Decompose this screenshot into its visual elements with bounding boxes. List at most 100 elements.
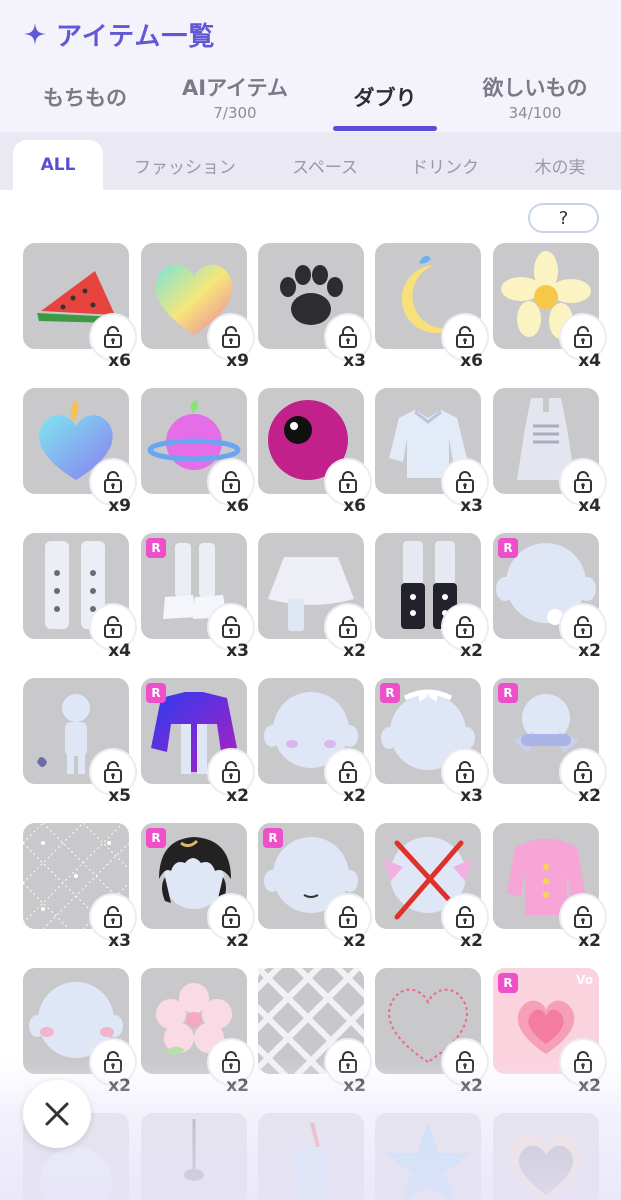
item-card-rosy-cheeks[interactable]: x2	[23, 968, 135, 1096]
lock-icon	[104, 906, 122, 928]
item-quantity: x9	[226, 351, 249, 371]
category-nuts[interactable]: 木の実	[515, 140, 605, 190]
tab-wishlist[interactable]: 欲しいもの 34/100	[465, 62, 605, 132]
tab-count: 7/300	[213, 104, 257, 122]
lock-icon	[456, 761, 474, 783]
item-card-ribbed-tank-top[interactable]: x4	[493, 388, 605, 516]
category-fashion[interactable]: ファッション	[120, 140, 250, 190]
category-drink[interactable]: ドリンク	[395, 140, 495, 190]
item-quantity: x2	[460, 931, 483, 951]
item-card-pink-heart-wallpaper[interactable]: R Vo x2	[493, 968, 605, 1096]
item-card-pastel-heart-fruit[interactable]: x9	[23, 388, 135, 516]
item-quantity: x2	[578, 641, 601, 661]
page-header: アイテム一覧 もちもの AIアイテム 7/300 ダブり 欲しいもの 34/10…	[0, 0, 621, 132]
item-quantity: x2	[343, 641, 366, 661]
rare-badge: R	[380, 683, 400, 703]
item-card-dotted-heart-frame[interactable]: x2	[375, 968, 487, 1096]
page-title: アイテム一覧	[56, 21, 216, 52]
heart-mirror-icon	[509, 1134, 583, 1200]
item-card-diamond-pattern-tights[interactable]: x3	[23, 823, 135, 951]
tab-belongings[interactable]: もちもの	[10, 62, 160, 132]
item-card-crossed-out-ribbons[interactable]: x2	[375, 823, 487, 951]
tab-label: AIアイテム	[182, 76, 288, 100]
close-icon	[45, 1102, 69, 1126]
lock-icon	[222, 1051, 240, 1073]
item-card-plumeria-flower[interactable]: x4	[493, 243, 605, 371]
rare-badge: R	[146, 683, 166, 703]
rare-badge: R	[263, 828, 283, 848]
item-card-frill-blouse[interactable]: x3	[375, 388, 487, 516]
item-card-pendulum[interactable]	[141, 1113, 247, 1200]
item-card-ringed-planet[interactable]: x6	[141, 388, 253, 516]
tab-label: ダブり	[353, 86, 417, 110]
item-quantity: x9	[108, 496, 131, 516]
lock-icon	[104, 616, 122, 638]
item-card-heart-mirror[interactable]	[493, 1113, 599, 1200]
item-card-white-sneakers[interactable]: Rx3	[141, 533, 253, 661]
lock-icon	[339, 471, 357, 493]
item-card-ribbon-headband[interactable]: Rx3	[375, 678, 487, 806]
item-card-drink-cup[interactable]	[258, 1113, 364, 1200]
item-card-smile-face[interactable]: Rx2	[258, 823, 370, 951]
item-card-tulle-skirt[interactable]: x2	[258, 533, 370, 661]
rare-badge: R	[498, 683, 518, 703]
corner-badge: Vo	[576, 973, 593, 987]
title-row: アイテム一覧	[22, 16, 215, 52]
lock-icon	[456, 471, 474, 493]
lock-icon	[222, 616, 240, 638]
item-card-cherry-blossom[interactable]: x2	[141, 968, 253, 1096]
lock-icon	[339, 906, 357, 928]
item-card-blue-star[interactable]	[375, 1113, 481, 1200]
item-card-pink-cardigan[interactable]: x2	[493, 823, 605, 951]
lock-icon	[339, 1051, 357, 1073]
item-quantity: x2	[343, 931, 366, 951]
drink-cup-icon	[294, 1122, 328, 1200]
item-card-side-ribbons[interactable]: Rx2	[493, 678, 605, 806]
item-card-magenta-eyeball[interactable]: x6	[258, 388, 370, 516]
tab-label: 欲しいもの	[482, 76, 588, 100]
main-tabs: もちもの AIアイテム 7/300 ダブり 欲しいもの 34/100	[0, 62, 621, 132]
item-card-skull-leg-warmers[interactable]: x4	[23, 533, 135, 661]
item-card-flower-hair-clip[interactable]: Rx2	[493, 533, 605, 661]
tab-duplicates[interactable]: ダブり	[330, 62, 440, 132]
item-card-watermelon[interactable]: x6	[23, 243, 135, 371]
tab-count: 34/100	[508, 104, 562, 122]
item-card-rainbow-heart[interactable]: x9	[141, 243, 253, 371]
item-quantity: x3	[343, 351, 366, 371]
item-quantity: x6	[108, 351, 131, 371]
lock-icon	[339, 616, 357, 638]
item-quantity: x6	[460, 351, 483, 371]
item-quantity: x5	[108, 786, 131, 806]
tab-ai-items[interactable]: AIアイテム 7/300	[165, 62, 305, 132]
lock-icon	[574, 471, 592, 493]
item-quantity: x3	[108, 931, 131, 951]
item-card-black-hair[interactable]: Rx2	[141, 823, 253, 951]
lock-icon	[574, 326, 592, 348]
lock-icon	[456, 326, 474, 348]
item-card-paw-print[interactable]: x3	[258, 243, 370, 371]
lock-icon	[222, 761, 240, 783]
close-button[interactable]	[23, 1080, 91, 1148]
item-quantity: x3	[460, 496, 483, 516]
lock-icon	[574, 761, 592, 783]
rare-badge: R	[146, 828, 166, 848]
help-button[interactable]: ?	[528, 203, 599, 233]
lock-icon	[456, 616, 474, 638]
category-space[interactable]: スペース	[275, 140, 375, 190]
item-card-galaxy-jacket[interactable]: Rx2	[141, 678, 253, 806]
item-quantity: x2	[578, 931, 601, 951]
item-card-lattice-background[interactable]: x2	[258, 968, 370, 1096]
lock-icon	[104, 761, 122, 783]
active-tab-indicator	[333, 126, 437, 131]
lock-icon	[222, 906, 240, 928]
item-quantity: x2	[343, 786, 366, 806]
category-all[interactable]: ALL	[13, 140, 103, 190]
item-card-black-skull-leg-warmers[interactable]: x2	[375, 533, 487, 661]
item-card-blush-face[interactable]: x2	[258, 678, 370, 806]
item-card-crescent-moon[interactable]: x6	[375, 243, 487, 371]
tab-label: もちもの	[43, 86, 127, 110]
lock-icon	[339, 761, 357, 783]
item-card-ghost-companion[interactable]: x5	[23, 678, 135, 806]
lock-icon	[104, 326, 122, 348]
item-quantity: x4	[578, 351, 601, 371]
